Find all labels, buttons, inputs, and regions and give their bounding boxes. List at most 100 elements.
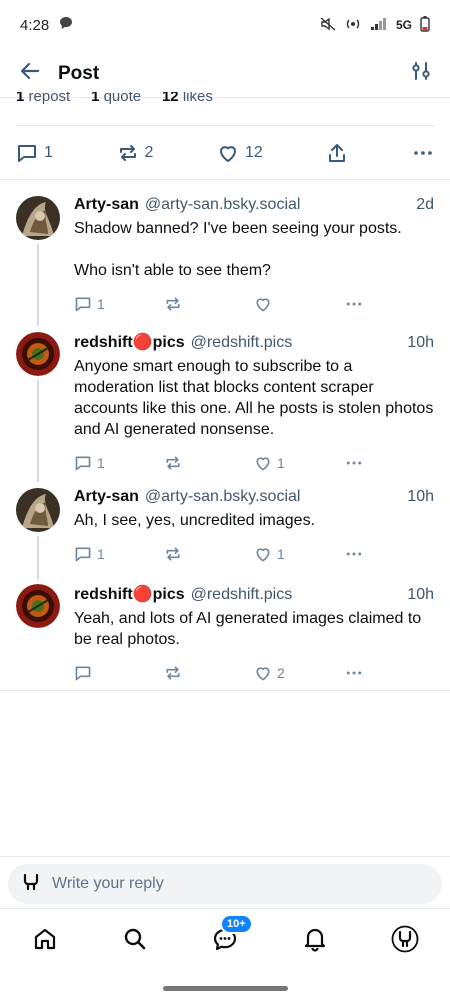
reply-icon	[18, 145, 36, 162]
back-arrow-icon[interactable]	[18, 59, 42, 88]
repost-count[interactable]: 1	[16, 92, 24, 105]
thread-line	[37, 536, 39, 580]
more-options-button[interactable]	[344, 295, 434, 313]
notification-badge: 10+	[220, 913, 253, 934]
tab-home[interactable]	[20, 914, 70, 964]
status-bar: 4:28 5G	[0, 0, 450, 50]
ellipsis-icon	[346, 461, 362, 465]
author-handle[interactable]: @arty-san.bsky.social	[145, 488, 301, 506]
reply-icon	[75, 547, 91, 562]
reply-actions: 2	[74, 664, 434, 682]
repost-label[interactable]: repost	[29, 92, 71, 105]
reply-button[interactable]: 1	[74, 454, 164, 472]
author-name[interactable]: Arty-san	[74, 488, 139, 506]
author-handle[interactable]: @redshift.pics	[191, 586, 293, 604]
repost-icon	[119, 145, 136, 161]
bell-icon	[304, 928, 326, 952]
more-options-button[interactable]	[344, 454, 434, 472]
reply-icon	[75, 456, 91, 471]
thread-line	[37, 380, 39, 482]
sliders-icon[interactable]	[410, 60, 432, 87]
more-options-button[interactable]	[344, 664, 434, 682]
like-button[interactable]: 1	[254, 454, 344, 472]
reply-icon	[75, 666, 91, 681]
author-handle[interactable]: @arty-san.bsky.social	[145, 196, 301, 214]
timestamp: 10h	[407, 586, 434, 603]
reply-count: 1	[44, 144, 53, 161]
post-header: Post	[0, 50, 450, 98]
reply-actions: 1 1	[74, 545, 434, 563]
reply-placeholder[interactable]: Write your reply	[52, 875, 164, 893]
reply-actions: 1	[74, 295, 434, 313]
like-count[interactable]: 12	[162, 92, 179, 105]
reply-text: Yeah, and lots of AI generated images cl…	[74, 610, 422, 648]
reply-button[interactable]: 1	[16, 142, 53, 164]
repost-button[interactable]: 2	[117, 142, 154, 164]
tab-notifications[interactable]	[290, 914, 340, 964]
like-button[interactable]	[254, 295, 344, 313]
quote-label[interactable]: quote	[104, 92, 142, 105]
chat-bubble-icon	[59, 16, 73, 34]
divider	[0, 690, 450, 691]
quote-count[interactable]: 1	[91, 92, 99, 105]
like-button[interactable]: 2	[254, 664, 344, 682]
page-title: Post	[58, 62, 100, 84]
author-name[interactable]: redshift🔴pics	[74, 332, 185, 352]
share-icon	[329, 144, 346, 162]
mute-icon	[320, 16, 336, 34]
reply-button[interactable]: 1	[74, 295, 164, 313]
like-count: 1	[277, 546, 285, 562]
like-count-main: 12	[245, 144, 263, 161]
share-button[interactable]	[326, 142, 348, 164]
heart-icon	[256, 457, 270, 471]
author-name[interactable]: redshift🔴pics	[74, 584, 185, 604]
heart-icon	[220, 146, 236, 162]
like-count: 2	[277, 665, 285, 681]
repost-button[interactable]	[164, 545, 254, 563]
reply-count: 1	[97, 296, 105, 312]
heart-icon	[256, 667, 270, 681]
more-options-button[interactable]	[412, 142, 434, 164]
repost-icon	[166, 297, 180, 311]
avatar[interactable]	[16, 488, 60, 532]
avatar[interactable]	[16, 332, 60, 376]
avatar[interactable]	[16, 196, 60, 240]
reply-button[interactable]	[74, 664, 164, 682]
reply-count: 1	[97, 546, 105, 562]
ellipsis-icon	[346, 671, 362, 675]
like-button[interactable]: 12	[217, 142, 263, 164]
bottom-tab-bar: 10+	[0, 908, 450, 968]
reply-icon	[75, 297, 91, 312]
profile-avatar-icon	[391, 925, 419, 952]
reply-count: 1	[97, 455, 105, 471]
repost-button[interactable]	[164, 295, 254, 313]
tab-profile[interactable]	[380, 914, 430, 964]
timestamp: 2d	[416, 196, 434, 213]
like-button[interactable]: 1	[254, 545, 344, 563]
repost-count-main: 2	[144, 144, 154, 161]
tab-search[interactable]	[110, 914, 160, 964]
repost-button[interactable]	[164, 454, 254, 472]
repost-icon	[166, 666, 180, 680]
reply-button[interactable]: 1	[74, 545, 164, 563]
avatar[interactable]	[16, 584, 60, 628]
reply-text: Ah, I see, yes, uncredited images.	[74, 512, 316, 529]
author-handle[interactable]: @redshift.pics	[191, 334, 293, 352]
reply-actions: 1 1	[74, 454, 434, 472]
more-options-button[interactable]	[344, 545, 434, 563]
likes-label[interactable]: likes	[183, 92, 213, 105]
divider	[0, 179, 450, 180]
ellipsis-icon	[346, 552, 362, 556]
timestamp: 10h	[407, 488, 434, 505]
search-icon	[124, 928, 146, 949]
butterfly-logo-icon	[22, 873, 40, 896]
tab-chat[interactable]: 10+	[200, 913, 253, 964]
divider	[0, 856, 450, 857]
repost-button[interactable]	[164, 664, 254, 682]
gesture-bar[interactable]	[163, 986, 288, 991]
ellipsis-icon	[414, 151, 432, 155]
post-stats: 1 repost 1 quote 12 likes	[16, 92, 434, 126]
author-name[interactable]: Arty-san	[74, 196, 139, 214]
reply-composer[interactable]: Write your reply	[8, 864, 442, 904]
home-icon	[34, 928, 56, 949]
